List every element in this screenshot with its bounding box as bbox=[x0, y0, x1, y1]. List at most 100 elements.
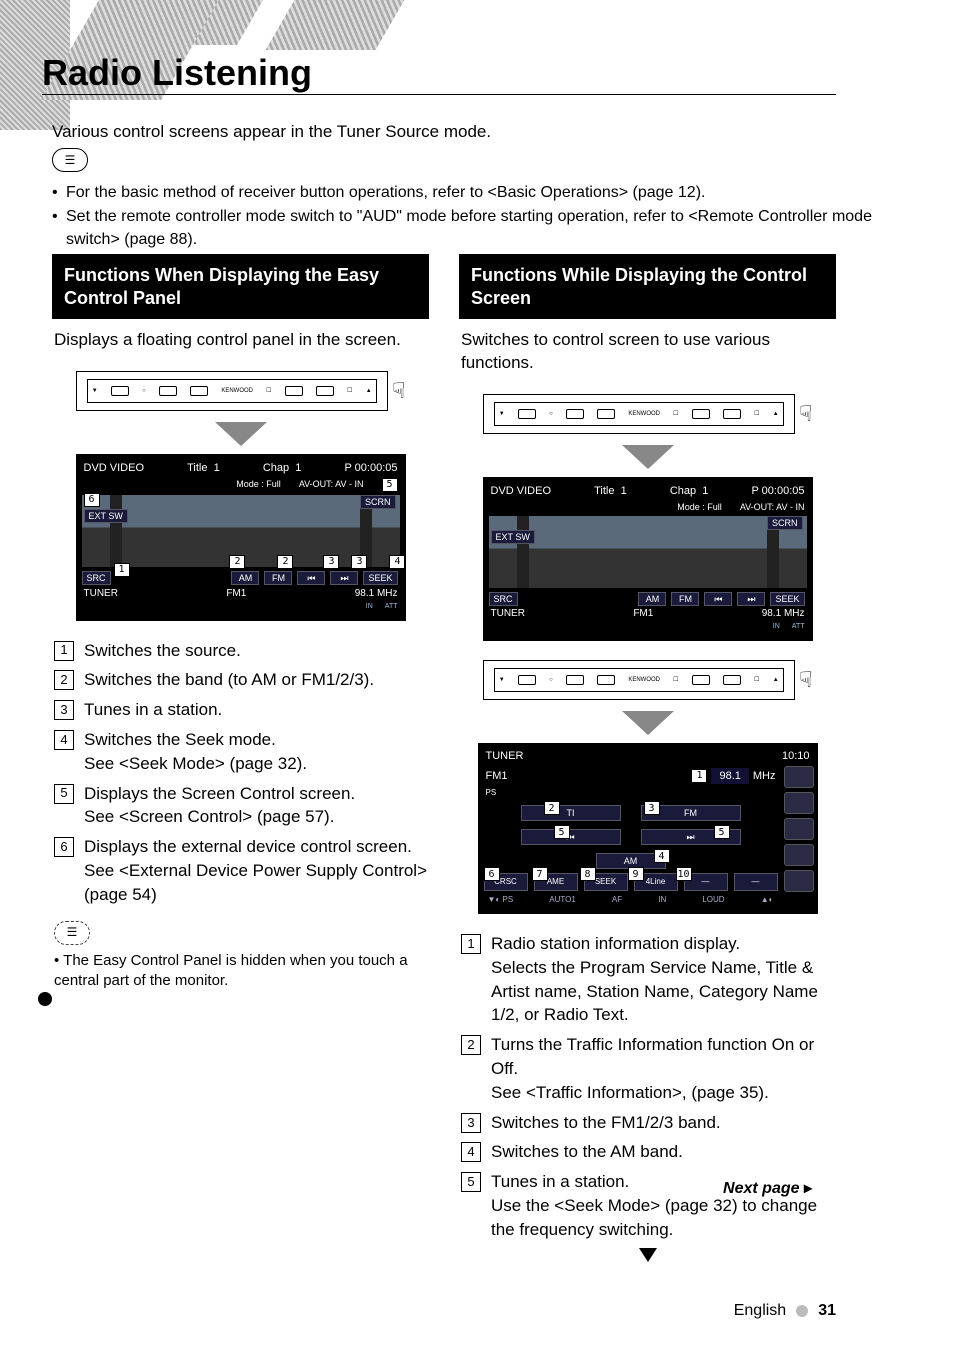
item-number: 6 bbox=[54, 837, 74, 857]
faceplate-illustration: ▼○ KENWOOD ☐☐▲ ☟ bbox=[76, 368, 406, 414]
faceplate-illustration: ▼○ KENWOOD ☐☐▲ ☟ bbox=[483, 391, 813, 437]
control-screenshot-1: DVD VIDEO Title 1 Chap 1 P 00:00:05 Mode… bbox=[483, 477, 813, 641]
brand-label: KENWOOD bbox=[628, 676, 660, 684]
footer-dot-icon bbox=[796, 1305, 808, 1317]
fm-button[interactable]: FM bbox=[671, 592, 699, 606]
seek-button[interactable]: SEEK bbox=[770, 592, 804, 606]
item-number: 2 bbox=[461, 1035, 481, 1055]
left-heading: Functions When Displaying the Easy Contr… bbox=[52, 254, 429, 319]
brand-label: KENWOOD bbox=[221, 387, 253, 395]
dvd-label: DVD VIDEO bbox=[84, 461, 145, 476]
faceplate-illustration: ▼○ KENWOOD ☐☐▲ ☟ bbox=[483, 657, 813, 703]
callout-10: 10 bbox=[676, 867, 692, 881]
next-button[interactable]: ⏭ bbox=[737, 592, 765, 606]
touch-icon: ☟ bbox=[799, 399, 812, 429]
freq-unit: MHz bbox=[753, 769, 776, 784]
callout-3: 3 bbox=[351, 555, 367, 569]
callout-6: 6 bbox=[484, 867, 500, 881]
callout-2: 2 bbox=[229, 555, 245, 569]
item-text: Tunes in a station. bbox=[84, 698, 427, 722]
arrow-down-icon bbox=[622, 711, 674, 735]
right-description: Switches to control screen to use variou… bbox=[461, 329, 834, 375]
brand-label: KENWOOD bbox=[628, 410, 660, 418]
callout-1: 1 bbox=[691, 769, 707, 783]
src-button[interactable]: SRC bbox=[82, 571, 111, 585]
item-number: 2 bbox=[54, 670, 74, 690]
extsw-button[interactable]: EXT SW bbox=[491, 530, 535, 544]
callout-5: 5 bbox=[554, 825, 570, 839]
continue-arrow-icon bbox=[639, 1248, 657, 1262]
item-number: 5 bbox=[461, 1172, 481, 1192]
clock: 10:10 bbox=[782, 749, 810, 764]
callout-5: 5 bbox=[714, 825, 730, 839]
scrn-button[interactable]: SCRN bbox=[767, 516, 803, 530]
note-list: For the basic method of receiver button … bbox=[52, 182, 884, 253]
callout-3: 3 bbox=[644, 801, 660, 815]
easy-control-screenshot: DVD VIDEO Title 1 Chap 1 P 00:00:05 Mode… bbox=[76, 454, 406, 621]
note-icon: ☰ bbox=[52, 148, 88, 172]
callout-1: 1 bbox=[114, 563, 130, 577]
callout-5: 5 bbox=[382, 478, 398, 492]
scrn-button[interactable]: SCRN bbox=[360, 495, 396, 509]
page-footer: English 31 bbox=[734, 1302, 836, 1320]
title-rule bbox=[42, 94, 836, 95]
arrow-down-icon bbox=[215, 422, 267, 446]
item-number: 5 bbox=[54, 784, 74, 804]
band-label: FM1 bbox=[486, 769, 508, 784]
band-label: FM1 bbox=[226, 587, 246, 601]
side-dot-icon bbox=[38, 992, 52, 1006]
item-text: Switches the source. bbox=[84, 639, 427, 663]
touch-icon: ☟ bbox=[799, 665, 812, 695]
side-icons bbox=[780, 766, 814, 908]
intro-text: Various control screens appear in the Tu… bbox=[52, 122, 491, 142]
left-item-list: 1 Switches the source. 2 Switches the band… bbox=[54, 639, 427, 907]
tuner-title: TUNER bbox=[486, 749, 524, 764]
item-text: Switches to the FM1/2/3 band. bbox=[491, 1111, 834, 1135]
note-item: Set the remote controller mode switch to… bbox=[52, 206, 884, 251]
item-text: Displays the Screen Control screen. See … bbox=[84, 782, 427, 830]
item-number: 3 bbox=[54, 700, 74, 720]
next-button[interactable]: ⏭ bbox=[330, 571, 358, 585]
am-button[interactable]: AM bbox=[231, 571, 259, 585]
callout-8: 8 bbox=[580, 867, 596, 881]
callout-3: 3 bbox=[323, 555, 339, 569]
left-column: Functions When Displaying the Easy Contr… bbox=[52, 254, 429, 1262]
prev-button[interactable]: ⏮ bbox=[297, 571, 325, 585]
footer-language: English bbox=[734, 1302, 786, 1320]
prev-tune-button[interactable]: ⏮ bbox=[521, 829, 621, 845]
seek-button[interactable]: SEEK bbox=[363, 571, 397, 585]
am-button[interactable]: AM bbox=[638, 592, 666, 606]
tuner-control-screenshot: TUNER 10:10 FM1 1 98.1 MHz PS bbox=[478, 743, 818, 914]
video-preview: EXT SW SCRN bbox=[489, 516, 807, 588]
decor-stripe bbox=[266, 0, 405, 50]
callout-7: 7 bbox=[532, 867, 548, 881]
fm-button[interactable]: FM bbox=[264, 571, 292, 585]
item-text: Displays the external device control scr… bbox=[84, 835, 427, 906]
item-number: 1 bbox=[461, 934, 481, 954]
item-text: Switches to the AM band. bbox=[491, 1140, 834, 1164]
tuner-label: TUNER bbox=[84, 587, 118, 601]
right-heading: Functions While Displaying the Control S… bbox=[459, 254, 836, 319]
right-column: Functions While Displaying the Control S… bbox=[459, 254, 836, 1262]
freq-value: 98.1 bbox=[711, 768, 748, 785]
play-time: P 00:00:05 bbox=[344, 461, 397, 476]
page-number: 31 bbox=[818, 1302, 836, 1320]
item-text: Radio station information display. Selec… bbox=[491, 932, 834, 1027]
next-page-label: Next page bbox=[723, 1178, 812, 1200]
item-text: Switches the band (to AM or FM1/2/3). bbox=[84, 668, 427, 692]
item-number: 4 bbox=[461, 1142, 481, 1162]
item-text: Turns the Traffic Information function O… bbox=[491, 1033, 834, 1104]
extsw-button[interactable]: EXT SW bbox=[84, 509, 128, 523]
touch-icon: ☟ bbox=[392, 376, 405, 406]
src-button[interactable]: SRC bbox=[489, 592, 518, 606]
callout-2: 2 bbox=[277, 555, 293, 569]
soft-blank[interactable]: — bbox=[734, 873, 778, 891]
prev-button[interactable]: ⏮ bbox=[704, 592, 732, 606]
item-number: 1 bbox=[54, 641, 74, 661]
ti-button[interactable]: TI bbox=[521, 805, 621, 821]
hint-icon: ☰ bbox=[54, 921, 90, 945]
item-number: 4 bbox=[54, 730, 74, 750]
arrow-down-icon bbox=[622, 445, 674, 469]
callout-2: 2 bbox=[544, 801, 560, 815]
callout-4: 4 bbox=[654, 849, 670, 863]
